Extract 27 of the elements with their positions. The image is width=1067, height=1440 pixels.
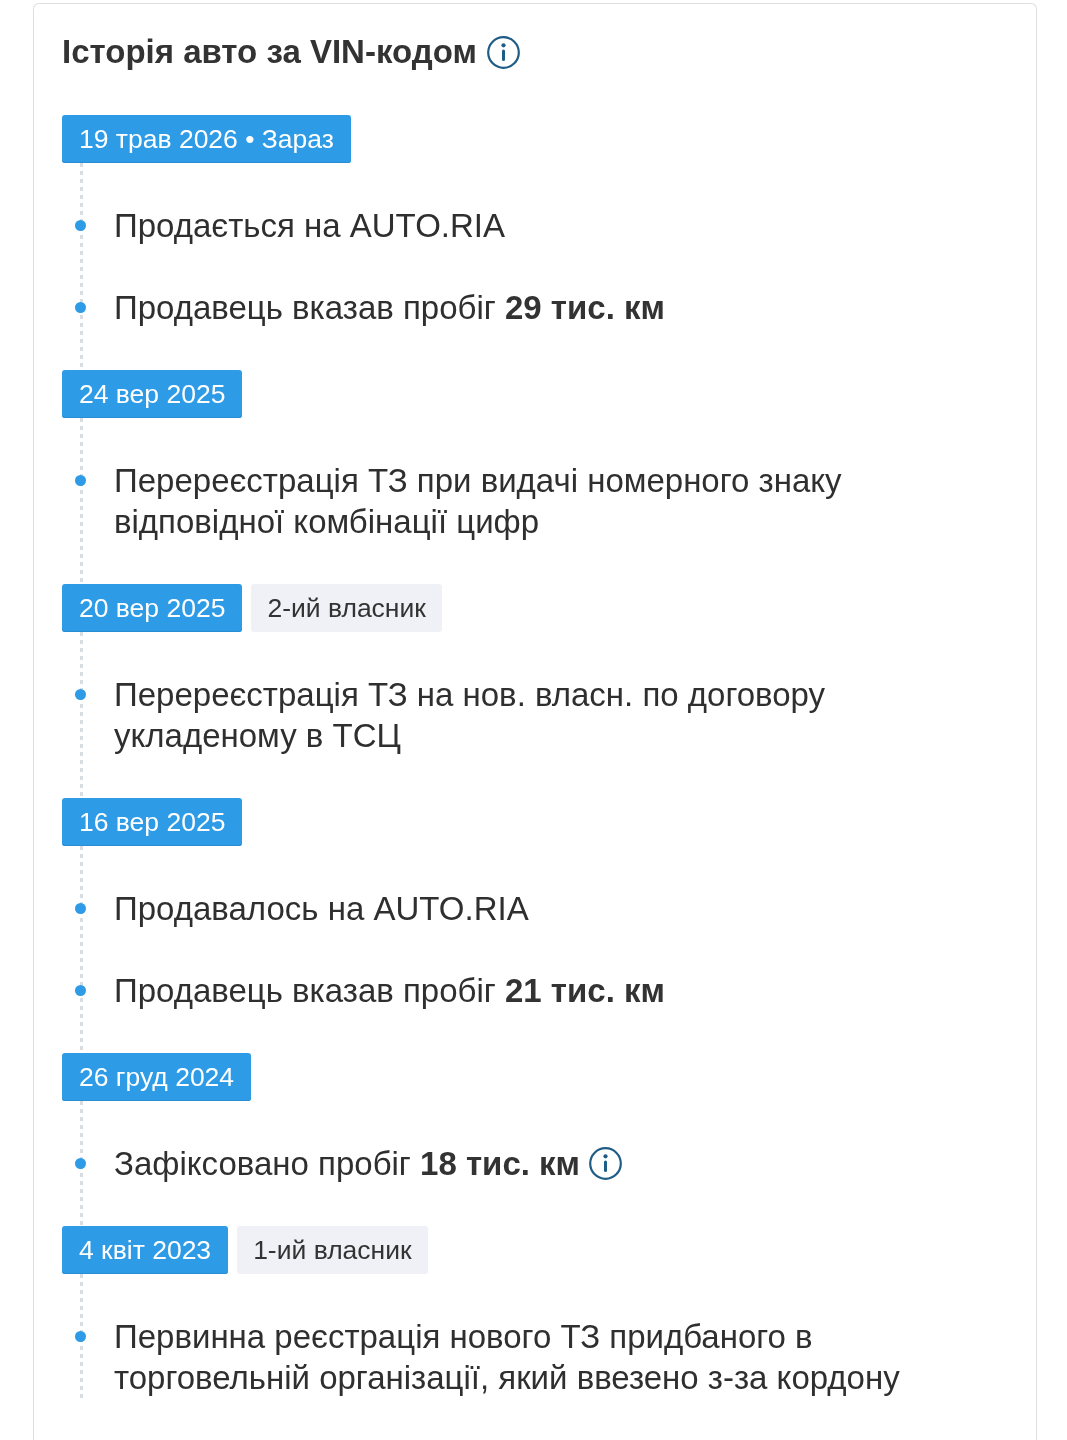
card-title: Історія авто за VIN-кодом [62, 32, 477, 72]
event-text: Перереєстрація ТЗ при видачі номерного знаку відповідної комбінації цифр [114, 462, 842, 540]
bullet-icon [75, 475, 86, 486]
owner-tag: 1-ий власник [237, 1226, 428, 1274]
date-tag: 16 вер 2025 [62, 798, 243, 846]
event-text: Продається на AUTO.RIA [114, 207, 505, 244]
date-tag: 26 груд 2024 [62, 1053, 252, 1101]
info-icon[interactable] [589, 1147, 623, 1180]
bullet-icon [75, 1158, 86, 1169]
date-tag: 19 трав 2026 • Зараз [62, 115, 351, 163]
date-tag: 20 вер 2025 [62, 584, 243, 632]
info-icon[interactable] [486, 35, 520, 69]
event-text: Перереєстрація ТЗ на нов. власн. по договору укладеному в ТСЦ [114, 676, 826, 754]
owner-tag: 2-ий власник [251, 584, 442, 632]
bullet-icon [75, 689, 86, 700]
event-text: Продавець вказав пробіг 21 тис. км [114, 972, 665, 1009]
event-text: Зафіксовано пробіг 18 тис. км [114, 1145, 581, 1182]
date-tag: 24 вер 2025 [62, 370, 243, 418]
bullet-icon [75, 1331, 86, 1342]
event-text: Первинна реєстрація нового ТЗ придбаного в торговельній організації, який ввезено з-за кордону [114, 1318, 900, 1396]
event-text: Продавалось на AUTO.RIA [114, 890, 529, 927]
bullet-icon [75, 985, 86, 996]
bullet-icon [75, 903, 86, 914]
event-text: Продавець вказав пробіг 29 тис. км [114, 289, 665, 326]
date-tag: 4 квіт 2023 [62, 1226, 229, 1274]
bullet-icon [75, 220, 86, 231]
bullet-icon [75, 302, 86, 313]
